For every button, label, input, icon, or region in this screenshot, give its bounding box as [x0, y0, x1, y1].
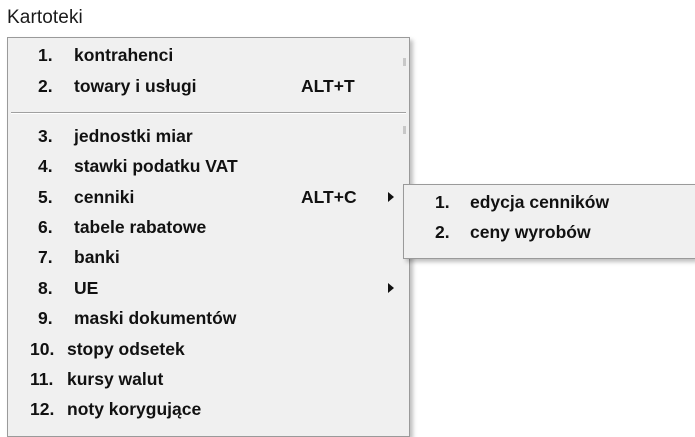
menu-item-number: 4.: [38, 156, 53, 176]
menu-item-label: kursy walut: [67, 369, 164, 389]
menu-item-number: 6.: [38, 217, 53, 237]
menu-item-kursy-walut[interactable]: 11. kursy walut: [8, 364, 409, 394]
menu-item-number: 10.: [30, 339, 55, 359]
menu-item-label: kontrahenci: [74, 45, 174, 65]
menu-item-label: towary i usługi: [74, 76, 197, 96]
menu-item-number: 9.: [38, 308, 53, 328]
menu-item-label: UE: [74, 278, 99, 298]
menu-item-banki[interactable]: 7. banki: [8, 242, 409, 272]
menu-item-label: stawki podatku VAT: [74, 156, 238, 176]
menu-edge-notch: [403, 58, 406, 66]
menu-item-number: 3.: [38, 126, 53, 146]
submenu-item-number: 1.: [435, 192, 450, 212]
menu-item-label: tabele rabatowe: [74, 217, 207, 237]
submenu-item-label: ceny wyrobów: [470, 222, 591, 242]
menu-item-number: 7.: [38, 247, 53, 267]
menu-item-number: 11.: [30, 369, 54, 389]
menu-item-label: stopy odsetek: [67, 339, 185, 359]
menu-item-number: 12.: [30, 399, 55, 419]
submenu-item-edycja-cennikow[interactable]: 1. edycja cenników: [404, 187, 695, 217]
submenu-item-number: 2.: [435, 222, 450, 242]
menu-item-number: 8.: [38, 278, 53, 298]
menu-item-number: 1.: [38, 45, 53, 65]
menu-item-label: cenniki: [74, 187, 135, 207]
menu-separator: [11, 112, 406, 114]
menu-item-label: banki: [74, 247, 120, 267]
menu-item-maski-dokumentow[interactable]: 9. maski dokumentów: [8, 303, 409, 333]
menu-item-towary-i-uslugi[interactable]: 2. towary i usługi ALT+T: [8, 71, 409, 101]
chevron-right-icon: [388, 283, 394, 293]
menu-edge-notch: [403, 126, 406, 134]
chevron-right-icon: [388, 192, 394, 202]
menu-item-tabele-rabatowe[interactable]: 6. tabele rabatowe: [8, 212, 409, 242]
cenniki-submenu: 1. edycja cenników 2. ceny wyrobów: [403, 184, 695, 259]
menu-title-kartoteki[interactable]: Kartoteki: [7, 7, 83, 29]
menu-item-label: jednostki miar: [74, 126, 193, 146]
menu-item-label: noty korygujące: [67, 399, 202, 419]
menu-item-noty-korygujace[interactable]: 12. noty korygujące: [8, 394, 409, 424]
menu-item-stopy-odsetek[interactable]: 10. stopy odsetek: [8, 334, 409, 364]
menu-item-number: 5.: [38, 187, 53, 207]
menu-item-ue[interactable]: 8. UE: [8, 273, 409, 303]
menu-item-number: 2.: [38, 76, 53, 96]
submenu-item-label: edycja cenników: [470, 192, 610, 212]
submenu-item-ceny-wyrobow[interactable]: 2. ceny wyrobów: [404, 217, 695, 247]
menu-item-shortcut: ALT+C: [301, 187, 357, 207]
menu-item-cenniki[interactable]: 5. cenniki ALT+C: [8, 182, 409, 212]
menu-item-stawki-podatku-vat[interactable]: 4. stawki podatku VAT: [8, 151, 409, 181]
menu-item-jednostki-miar[interactable]: 3. jednostki miar: [8, 121, 409, 151]
menu-item-shortcut: ALT+T: [301, 76, 355, 96]
menu-item-kontrahenci[interactable]: 1. kontrahenci: [8, 40, 409, 70]
menu-item-label: maski dokumentów: [74, 308, 237, 328]
kartoteki-dropdown-menu: 1. kontrahenci 2. towary i usługi ALT+T …: [7, 37, 410, 437]
